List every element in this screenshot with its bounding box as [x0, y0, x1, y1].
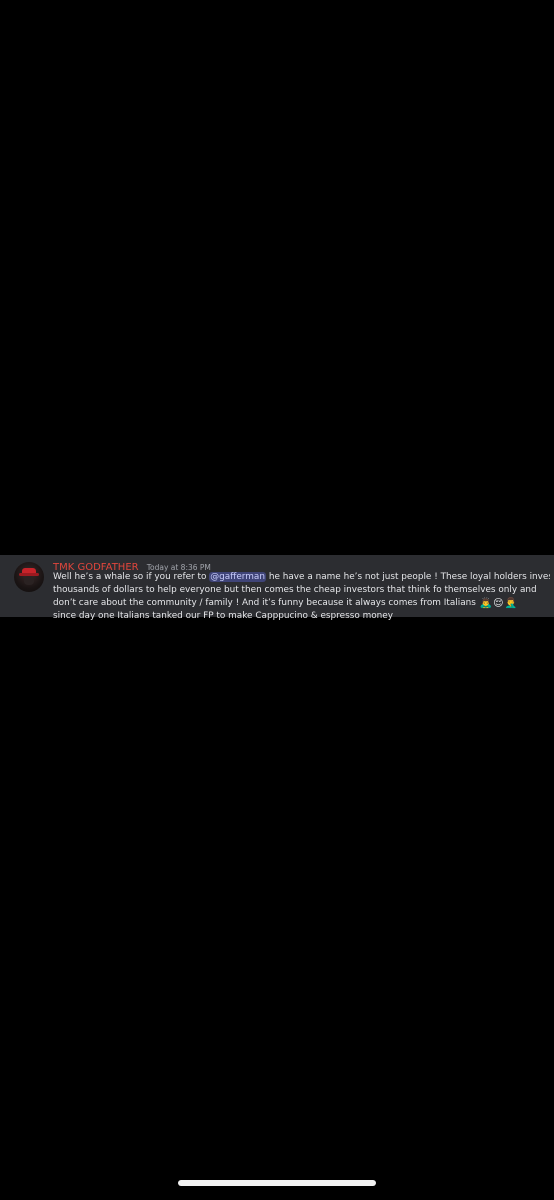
message-text-segment: don’t care about the community / family …	[53, 598, 479, 608]
message-content: Well he’s a whale so if you refer to @ga…	[53, 571, 550, 623]
message-line-2: thousands of dollars to help everyone bu…	[53, 585, 537, 595]
message-text-segment: he have a name he’s not just people ! Th…	[266, 572, 550, 582]
user-mention[interactable]: @gafferman	[209, 572, 266, 582]
avatar-face-shape	[24, 576, 34, 585]
user-avatar[interactable]	[14, 562, 44, 592]
bowing-emoji: 🙇‍♂️	[479, 598, 493, 609]
message-line-4: since day one Italians tanked our FP to …	[53, 611, 394, 621]
facepalm-emoji: 🤦‍♂️	[504, 598, 518, 609]
relieved-face-emoji: 😌	[493, 598, 504, 609]
message-line-3: don’t care about the community / family …	[53, 597, 550, 610]
message-text-segment: Well he’s a whale so if you refer to	[53, 572, 210, 582]
message-line-1: Well he’s a whale so if you refer to @ga…	[53, 571, 550, 584]
home-indicator-bar[interactable]	[178, 1180, 376, 1186]
chat-message: TMK GODFATHER Today at 8:36 PM Well he’s…	[0, 555, 554, 621]
